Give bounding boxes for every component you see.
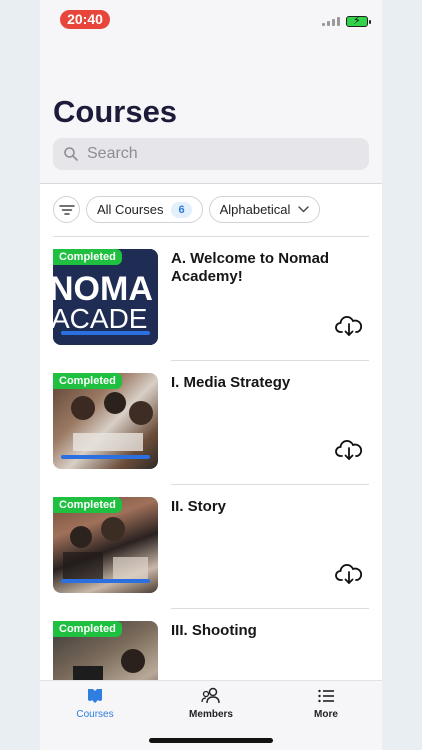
search-icon bbox=[64, 147, 78, 161]
course-title: II. Story bbox=[171, 498, 227, 515]
course-title: A. Welcome to Nomad Academy! bbox=[171, 250, 330, 285]
status-time: 20:40 bbox=[60, 10, 110, 29]
course-progress-bar bbox=[61, 579, 150, 583]
cloud-download-icon[interactable] bbox=[335, 563, 363, 585]
course-item-welcome[interactable]: NOMA ACADE Completed A. Welcome to Nomad… bbox=[53, 237, 369, 361]
cloud-download-icon[interactable] bbox=[335, 315, 363, 337]
search-input[interactable]: Search bbox=[53, 138, 369, 170]
status-icons: ⚡ bbox=[322, 14, 371, 28]
all-courses-label: All Courses bbox=[97, 202, 164, 217]
course-count-badge: 6 bbox=[171, 201, 192, 218]
course-title: I. Media Strategy bbox=[171, 374, 291, 391]
page-title: Courses bbox=[53, 94, 178, 129]
course-progress-bar bbox=[61, 455, 150, 459]
course-progress-bar bbox=[61, 331, 150, 335]
signal-icon bbox=[322, 16, 340, 26]
members-icon bbox=[201, 687, 220, 704]
home-indicator[interactable] bbox=[149, 738, 273, 743]
course-item-story[interactable]: Completed II. Story bbox=[53, 485, 369, 609]
filter-button[interactable] bbox=[53, 196, 80, 223]
sort-label: Alphabetical bbox=[219, 202, 291, 217]
filter-bar: All Courses 6 Alphabetical bbox=[53, 196, 321, 223]
sort-dropdown[interactable]: Alphabetical bbox=[208, 196, 321, 223]
header-divider bbox=[40, 183, 382, 184]
filter-icon bbox=[58, 204, 75, 215]
courses-tab-icon bbox=[88, 689, 102, 703]
tab-courses-label: Courses bbox=[76, 709, 114, 720]
completed-badge: Completed bbox=[53, 373, 122, 389]
completed-badge: Completed bbox=[53, 621, 122, 637]
tab-more-label: More bbox=[314, 709, 338, 720]
course-title: III. Shooting bbox=[171, 622, 257, 639]
search-placeholder: Search bbox=[87, 145, 138, 162]
completed-badge: Completed bbox=[53, 249, 122, 265]
tab-members[interactable]: Members bbox=[161, 687, 261, 720]
completed-badge: Completed bbox=[53, 497, 122, 513]
battery-icon: ⚡ bbox=[346, 15, 371, 27]
all-courses-chip[interactable]: All Courses 6 bbox=[86, 196, 203, 223]
tab-courses[interactable]: Courses bbox=[45, 687, 145, 720]
cloud-download-icon[interactable] bbox=[335, 439, 363, 461]
course-item-media-strategy[interactable]: Completed I. Media Strategy bbox=[53, 361, 369, 485]
app-screen: 20:40 ⚡ Courses Search All Courses 6 Alp… bbox=[40, 0, 382, 750]
list-menu-icon bbox=[318, 689, 334, 703]
svg-text:ACADE: ACADE bbox=[53, 303, 147, 334]
chevron-down-icon bbox=[298, 206, 310, 213]
tab-members-label: Members bbox=[189, 709, 233, 720]
tab-more[interactable]: More bbox=[276, 687, 376, 720]
